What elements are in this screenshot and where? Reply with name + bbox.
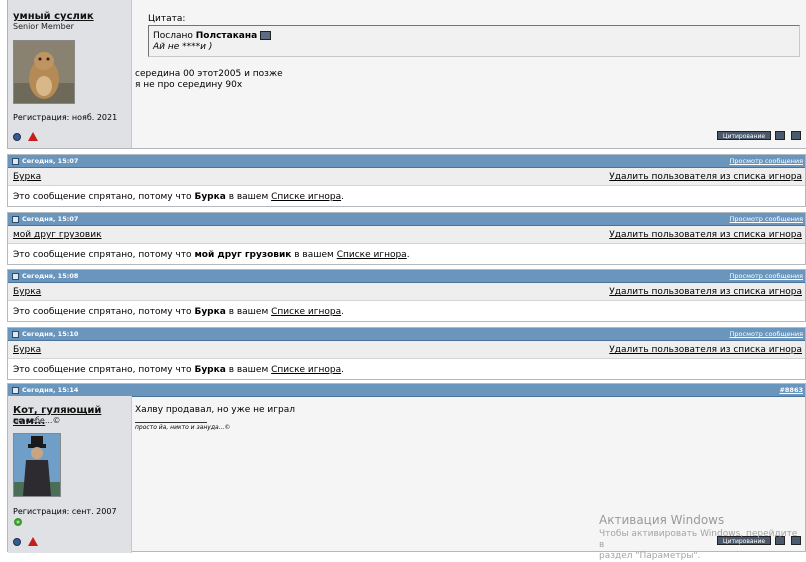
activation-watermark-line: раздел "Параметры". [599,551,701,561]
hidden-message-text: Это сообщение спрятано, потому что [13,365,192,375]
online-status-icon[interactable] [13,133,21,141]
multiquote-button[interactable] [775,131,785,140]
avatar[interactable] [13,40,75,104]
hidden-post: Сегодня, 15:08 Просмотр сообщения Бурка … [7,269,806,322]
hidden-post: Сегодня, 15:07 Просмотр сообщения мой др… [7,212,806,265]
post-date: Сегодня, 15:10 [12,329,78,339]
post-date: Сегодня, 15:07 [12,214,78,224]
activation-watermark-text: Чтобы активировать Windows, перейдите в … [599,529,799,562]
post-bottom-user-title: по себе...© [13,416,61,425]
post-top-registration: Регистрация: нояб. 2021 [13,113,118,122]
hidden-message-text: Это сообщение спрятано, потому что [13,307,192,317]
quick-reply-button[interactable] [791,131,801,140]
activation-watermark-line: Чтобы активировать Windows, перейдите в [599,529,798,550]
hidden-message-text: Это сообщение спрятано, потому что [13,192,192,202]
hidden-post-username[interactable]: Бурка [13,287,41,297]
hidden-post: Сегодня, 15:10 Просмотр сообщения Бурка … [7,327,806,380]
signature-divider [135,422,207,423]
hidden-message-text: . [341,365,344,375]
quote-button[interactable]: Цитирование [717,131,771,140]
remove-from-ignore-link[interactable]: Удалить пользователя из списка игнора [609,172,802,182]
remove-from-ignore-link[interactable]: Удалить пользователя из списка игнора [609,287,802,297]
view-post-link[interactable]: Просмотр сообщения [730,329,803,339]
report-warning-icon[interactable] [28,537,38,546]
message-text: Халву продавал, но уже не играл [135,405,295,415]
hidden-message-text: в вашем [228,307,269,317]
view-post-icon[interactable] [260,31,272,40]
hidden-message-text: . [341,307,344,317]
post-date: Сегодня, 15:08 [12,271,78,281]
hidden-post-user-row: Бурка Удалить пользователя из списка игн… [8,168,805,186]
view-post-link[interactable]: Просмотр сообщения [730,156,803,166]
remove-from-ignore-link[interactable]: Удалить пользователя из списка игнора [609,230,802,240]
online-status-icon[interactable] [13,538,21,546]
hidden-post-user-row: мой друг грузовик Удалить пользователя и… [8,226,805,244]
hidden-message-user: Бурка [194,365,226,375]
hidden-message-text: Это сообщение спрятано, потому что [13,250,192,260]
hidden-post-user-row: Бурка Удалить пользователя из списка игн… [8,341,805,359]
remove-from-ignore-link[interactable]: Удалить пользователя из списка игнора [609,345,802,355]
hidden-message-text: в вашем [228,192,269,202]
message-line: я не про середину 90х [135,80,243,90]
quote-box: Послано Полстакана Ай не ****и ) [148,25,800,57]
hidden-post: Сегодня, 15:07 Просмотр сообщения Бурка … [7,154,806,207]
post-top: умный суслик Senior Member Регистрация: … [7,0,806,149]
view-post-link[interactable]: Просмотр сообщения [730,271,803,281]
ignore-list-link[interactable]: Списке игнора [337,250,407,260]
view-post-link[interactable]: Просмотр сообщения [730,214,803,224]
post-number-link[interactable]: #8863 [779,385,803,395]
hidden-message: Это сообщение спрятано, потому что Бурка… [13,365,344,375]
ignore-list-link[interactable]: Списке игнора [271,365,341,375]
avatar-image [14,434,60,496]
post-header: Сегодня, 15:07 Просмотр сообщения [8,155,805,168]
ignore-list-link[interactable]: Списке игнора [271,307,341,317]
post-date: Сегодня, 15:07 [12,156,78,166]
quote-author: Полстакана [195,31,258,41]
hidden-message: Это сообщение спрятано, потому что Бурка… [13,307,344,317]
post-top-user-title: Senior Member [13,22,74,31]
quote-text: Ай не ****и ) [153,42,213,52]
hidden-message-text: в вашем [294,250,334,260]
post-header: Сегодня, 15:10 Просмотр сообщения [8,328,805,341]
ignore-list-link[interactable]: Списке игнора [271,192,341,202]
message-line: середина 00 этот2005 и позже [135,69,283,79]
hidden-message-text: . [406,250,410,260]
hidden-message-user: Бурка [194,192,226,202]
hidden-message-user: Бурка [194,307,226,317]
hidden-post-username[interactable]: Бурка [13,172,41,182]
post-header: Сегодня, 15:08 Просмотр сообщения [8,270,805,283]
hidden-post-username[interactable]: Бурка [13,345,41,355]
quote-label: Цитата: [148,14,186,24]
hidden-post-username[interactable]: мой друг грузовик [13,230,102,240]
hidden-message-text: в вашем [228,365,269,375]
post-header: Сегодня, 15:07 Просмотр сообщения [8,213,805,226]
post-bottom-userinfo: Кот, гуляющий сам... по себе...© Регистр… [8,396,132,553]
post-date: Сегодня, 15:14 [12,385,78,395]
reputation-icon [13,517,23,527]
post-bottom-registration: Регистрация: сент. 2007 [13,507,117,516]
report-warning-icon[interactable] [28,132,38,141]
hidden-post-user-row: Бурка Удалить пользователя из списка игн… [8,283,805,301]
quote-prefix: Послано [153,31,193,41]
activation-watermark-title: Активация Windows [599,513,725,527]
hidden-message: Это сообщение спрятано, потому что Бурка… [13,192,344,202]
post-top-username[interactable]: умный суслик [13,11,94,22]
avatar-image [14,41,74,103]
avatar[interactable] [13,433,61,497]
hidden-message-text: . [341,192,344,202]
hidden-message: Это сообщение спрятано, потому что мой д… [13,250,410,260]
signature: просто йа, никто и зануда...© [135,424,231,431]
hidden-message-user: мой друг грузовик [194,250,292,260]
post-top-userinfo: умный суслик Senior Member Регистрация: … [8,0,132,148]
